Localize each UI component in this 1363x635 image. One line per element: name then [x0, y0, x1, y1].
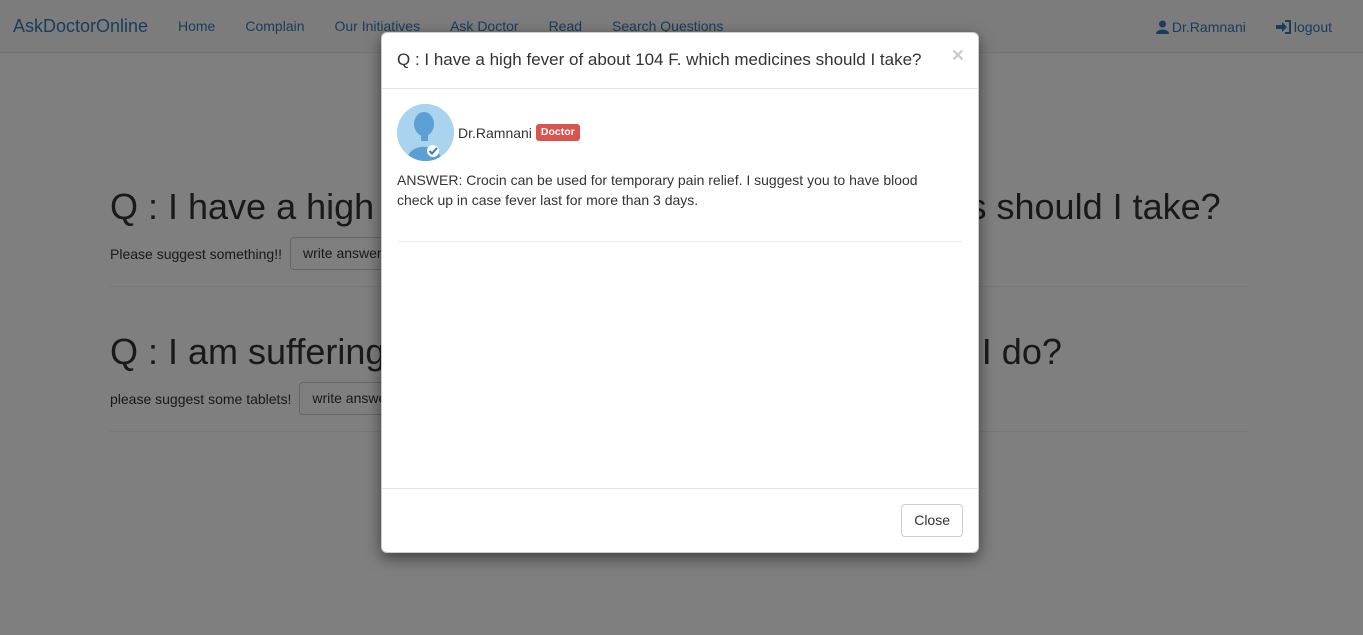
close-button[interactable]: Close	[901, 504, 963, 537]
modal-title: Q : I have a high fever of about 104 F. …	[397, 50, 922, 69]
modal-body: Dr.Ramnani Doctor ANSWER: Crocin can be …	[382, 89, 978, 489]
answer-text: ANSWER: Crocin can be used for temporary…	[397, 172, 918, 208]
avatar	[397, 104, 454, 161]
doctor-badge: Doctor	[535, 124, 580, 141]
answer-divider	[397, 241, 963, 242]
answer-author: Dr.Ramnani Doctor	[397, 104, 963, 161]
answer-modal: Q : I have a high fever of about 104 F. …	[381, 32, 979, 553]
close-icon[interactable]: ×	[952, 45, 964, 66]
doctor-name: Dr.Ramnani	[458, 124, 532, 141]
modal-footer: Close	[382, 488, 978, 552]
modal-header: Q : I have a high fever of about 104 F. …	[382, 33, 978, 89]
doctor-avatar-icon	[397, 104, 454, 161]
